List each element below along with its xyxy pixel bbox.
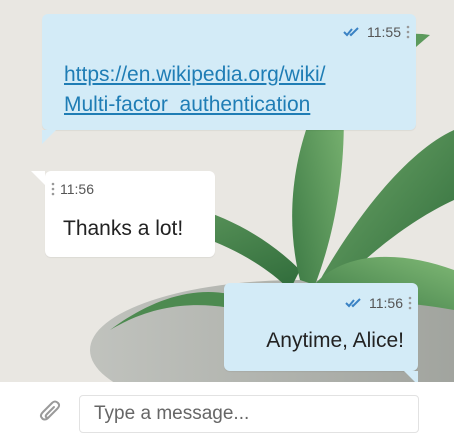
- more-options-icon[interactable]: [408, 296, 412, 310]
- bubble-tail: [31, 171, 45, 185]
- message-link-part: Multi-factor_authentication: [64, 93, 311, 116]
- message-meta: 11:56: [345, 295, 412, 311]
- paperclip-icon[interactable]: [36, 398, 66, 428]
- message-time: 11:56: [60, 181, 94, 197]
- chat-screen: 11:55 https://en.wikipedia.org/wiki/ Mul…: [0, 0, 454, 439]
- double-check-icon: [343, 27, 359, 37]
- message-text: Thanks a lot!: [63, 217, 184, 240]
- message-link[interactable]: https://en.wikipedia.org/wiki/ Multi-fac…: [64, 60, 325, 120]
- message-bubble-outgoing: 11:55 https://en.wikipedia.org/wiki/ Mul…: [42, 14, 416, 144]
- message-input[interactable]: [79, 395, 419, 433]
- double-check-icon: [345, 298, 361, 308]
- message-composer: [0, 382, 454, 439]
- more-options-icon[interactable]: [406, 25, 410, 39]
- message-bubble-incoming: 11:56 Thanks a lot!: [31, 171, 215, 257]
- message-time: 11:55: [367, 24, 401, 40]
- more-options-icon[interactable]: [51, 182, 55, 196]
- message-text: Anytime, Alice!: [266, 329, 404, 352]
- message-meta: 11:56: [51, 181, 94, 197]
- message-bubble-outgoing: 11:56 Anytime, Alice!: [224, 283, 418, 385]
- message-time: 11:56: [369, 295, 403, 311]
- message-link-part: https://en.wikipedia.org/wiki/: [64, 63, 326, 86]
- message-meta: 11:55: [343, 24, 410, 40]
- bubble-tail: [42, 130, 56, 144]
